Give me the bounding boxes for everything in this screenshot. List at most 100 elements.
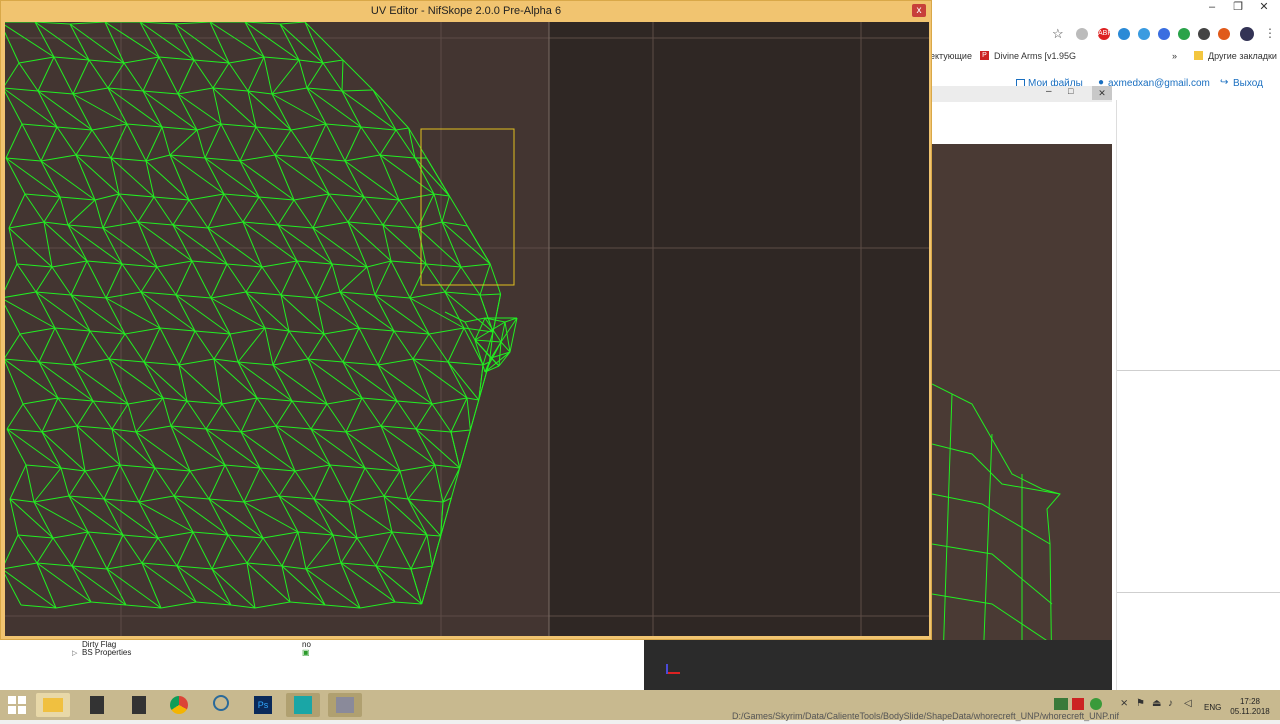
browser-close-button[interactable]: ✕: [1250, 0, 1278, 14]
extension-icon[interactable]: [1218, 28, 1230, 40]
nifskope-minimize-button[interactable]: –: [1046, 86, 1052, 97]
browser-minimize-button[interactable]: –: [1198, 0, 1226, 14]
mesh-edge: [213, 358, 239, 363]
mesh-edge: [342, 361, 398, 402]
mesh-edge: [393, 330, 430, 335]
folder-icon: [43, 698, 63, 712]
mesh-edge: [87, 531, 108, 570]
user-email-link[interactable]: axmedxan@gmail.com: [1108, 78, 1210, 89]
mesh-edge: [52, 531, 89, 539]
mesh-edge: [243, 495, 280, 503]
selection-rectangle[interactable]: [420, 128, 515, 286]
taskbar-3dsmax[interactable]: [286, 693, 320, 717]
taskbar-explorer[interactable]: [36, 693, 70, 717]
mesh-edge: [51, 260, 88, 268]
nifskope-restore-button[interactable]: □: [1068, 86, 1073, 96]
tray-volume-icon[interactable]: ♪: [1168, 698, 1173, 709]
property-name[interactable]: BS Properties: [82, 648, 131, 657]
translate-icon[interactable]: [1158, 28, 1170, 40]
extension-icon[interactable]: [1118, 28, 1130, 40]
mesh-edge: [5, 358, 40, 363]
tray-usb-icon[interactable]: ⏏: [1152, 698, 1161, 709]
start-button[interactable]: [2, 693, 32, 717]
mesh-edge: [434, 464, 460, 469]
mesh-edge: [107, 87, 144, 92]
mesh-edge: [277, 224, 333, 265]
mesh-edge: [212, 62, 230, 89]
mesh-edge: [310, 428, 331, 466]
uv-mesh-wireframe[interactable]: [5, 22, 929, 636]
mesh-edge: [41, 431, 62, 469]
mesh-edge: [309, 157, 330, 195]
taskbar-chrome[interactable]: [162, 693, 196, 717]
app-icon: [294, 696, 312, 714]
mesh-edge: [162, 397, 188, 402]
mesh-edge: [262, 537, 283, 567]
mesh-edge: [172, 224, 228, 265]
mesh-edge: [172, 199, 190, 226]
mesh-edge: [278, 495, 315, 500]
extension-icon[interactable]: [1076, 28, 1088, 40]
mesh-edge: [211, 568, 232, 606]
adblock-icon[interactable]: ABP: [1098, 28, 1112, 40]
mesh-edge: [344, 154, 381, 162]
drive-icon[interactable]: [1178, 28, 1190, 40]
mesh-edge: [17, 534, 38, 564]
expand-arrow-icon[interactable]: ▷: [72, 649, 77, 657]
mesh-edge: [356, 531, 393, 539]
mesh-edge: [204, 123, 222, 159]
mesh-edge: [479, 293, 501, 296]
mesh-edge: [41, 431, 86, 472]
mesh-edge: [5, 31, 20, 64]
taskbar-app[interactable]: [204, 693, 238, 717]
star-icon[interactable]: ☆: [1052, 26, 1064, 42]
menu-icon[interactable]: ⋮: [1264, 26, 1276, 40]
tray-app-icon[interactable]: [1054, 698, 1068, 710]
tray-clock[interactable]: 17:28 05.11.2018: [1230, 697, 1270, 717]
taskbar-app[interactable]: [122, 693, 156, 717]
mesh-edge: [145, 160, 155, 198]
mesh-edge: [175, 294, 231, 335]
tray-network-icon[interactable]: ⨯: [1120, 698, 1128, 709]
browser-titlebar: – ❐ ✕: [928, 0, 1280, 20]
mesh-edge: [393, 330, 414, 360]
mesh-edge: [68, 495, 124, 536]
taskbar-app[interactable]: [80, 693, 114, 717]
mesh-edge: [126, 123, 147, 162]
mesh-edge: [305, 568, 326, 606]
mesh-edge: [173, 495, 210, 500]
mesh-edge: [278, 470, 296, 497]
mesh-edge: [59, 196, 96, 201]
taskbar-nifskope[interactable]: [328, 693, 362, 717]
mesh-edge: [409, 263, 427, 299]
mesh-edge: [51, 266, 72, 296]
bookmark-divine-arms[interactable]: Divine Arms [v1.95G: [994, 51, 1076, 61]
mesh-edge: [8, 221, 45, 229]
mesh-edge: [479, 263, 491, 296]
tray-flag-icon[interactable]: ⚑: [1136, 698, 1145, 709]
tray-app-icon[interactable]: [1090, 698, 1102, 710]
uv-canvas[interactable]: [5, 22, 929, 636]
browser-restore-button[interactable]: ❐: [1224, 0, 1252, 14]
nifskope-close-button[interactable]: ✕: [1092, 86, 1112, 100]
avatar[interactable]: [1240, 27, 1254, 41]
tray-speaker-icon[interactable]: ◁: [1184, 698, 1192, 709]
mesh-edge: [106, 562, 143, 570]
nifskope-3d-viewport[interactable]: [932, 144, 1112, 690]
logout-link[interactable]: Выход: [1233, 78, 1263, 89]
mesh-edge: [123, 56, 160, 64]
mesh-edge: [307, 333, 325, 360]
mesh-edge: [35, 291, 72, 296]
tray-language[interactable]: ENG: [1204, 703, 1221, 712]
taskbar-photoshop[interactable]: Ps: [246, 693, 280, 717]
extension-icon[interactable]: [1138, 28, 1150, 40]
mesh-edge: [379, 129, 397, 156]
uv-editor-close-button[interactable]: x: [912, 4, 926, 17]
bookmark-item[interactable]: ектующие: [930, 51, 972, 61]
bookmark-other-folder[interactable]: Другие закладки: [1208, 51, 1277, 61]
bookmarks-more-button[interactable]: »: [1172, 51, 1177, 61]
mesh-edge: [310, 428, 366, 469]
tray-app-icon[interactable]: [1072, 698, 1084, 710]
property-value-icon[interactable]: ▣: [302, 648, 310, 657]
extension-icon[interactable]: [1198, 28, 1210, 40]
